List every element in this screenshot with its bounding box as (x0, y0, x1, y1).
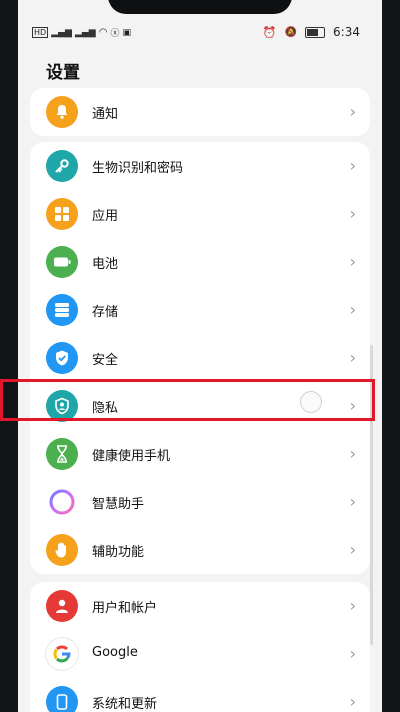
settings-item-biometrics[interactable]: 生物识别和密码 › (30, 142, 370, 190)
bell-icon (46, 96, 78, 128)
settings-item-system-update[interactable]: 系统和更新 › (30, 678, 370, 712)
settings-item-battery[interactable]: 电池 › (30, 238, 370, 286)
status-bar: HD ▂▄▆ ▂▄▆ ◠ ⓧ ▣ ⏰ 🔕 6:34 (18, 22, 382, 46)
settings-item-assistant[interactable]: 智慧助手 › (30, 478, 370, 526)
settings-group-3: 用户和帐户 › Google › 系统和更新 › (30, 582, 370, 712)
touch-ripple (300, 391, 322, 413)
settings-item-label: 通知 (92, 107, 119, 122)
settings-screen: HD ▂▄▆ ▂▄▆ ◠ ⓧ ▣ ⏰ 🔕 6:34 设置 通知 › 生物识别和密… (18, 0, 382, 712)
settings-item-users-accounts[interactable]: 用户和帐户 › (30, 582, 370, 630)
settings-item-label: 隐私 (92, 401, 119, 416)
hand-icon (46, 534, 78, 566)
signal-2-icon: ▂▄▆ (74, 27, 96, 38)
phone-update-icon (46, 686, 78, 712)
device-bezel-right (381, 0, 400, 712)
settings-item-digital-balance[interactable]: 健康使用手机 › (30, 430, 370, 478)
settings-item-apps[interactable]: 应用 › (30, 190, 370, 238)
settings-item-label: 用户和帐户 (92, 601, 158, 616)
message-icon: ⓧ (110, 29, 120, 39)
settings-item-label: Google (92, 645, 138, 660)
settings-item-label: 应用 (92, 209, 119, 224)
settings-item-label: 电池 (92, 257, 119, 272)
status-right-icons: ⏰ 🔕 6:34 (263, 25, 360, 39)
scrollbar[interactable] (370, 345, 373, 645)
status-time: 6:34 (333, 25, 360, 39)
alarm-icon: ⏰ (262, 25, 277, 39)
chevron-right-icon: › (349, 102, 356, 121)
settings-item-label: 系统和更新 (92, 697, 158, 712)
settings-item-notifications[interactable]: 通知 › (30, 88, 370, 136)
chevron-right-icon: › (349, 300, 356, 319)
storage-icon (46, 294, 78, 326)
settings-item-accessibility[interactable]: 辅助功能 › (30, 526, 370, 574)
key-icon (46, 150, 78, 182)
chevron-right-icon: › (349, 444, 356, 463)
grid-icon (46, 198, 78, 230)
settings-item-label: 生物识别和密码 (92, 161, 184, 176)
settings-item-label: 健康使用手机 (92, 449, 171, 464)
settings-item-security[interactable]: 安全 › (30, 334, 370, 382)
chevron-right-icon: › (349, 692, 356, 711)
user-icon (46, 590, 78, 622)
chevron-right-icon: › (349, 204, 356, 223)
chevron-right-icon: › (349, 396, 356, 415)
battery-icon (46, 246, 78, 278)
shield-check-icon (46, 342, 78, 374)
chevron-right-icon: › (349, 348, 356, 367)
mute-icon: 🔕 (284, 26, 298, 38)
battery-icon (305, 26, 326, 38)
google-icon (46, 638, 78, 670)
settings-item-label: 存储 (92, 305, 119, 320)
hd-icon: HD (32, 27, 49, 38)
settings-group-2: 生物识别和密码 › 应用 › 电池 › 存储 › 安全 › 隐私 › 健康使用手… (30, 142, 370, 574)
settings-item-storage[interactable]: 存储 › (30, 286, 370, 334)
privacy-icon (46, 390, 78, 422)
settings-item-label: 安全 (92, 353, 119, 368)
signal-1-icon: ▂▄▆ (51, 27, 72, 38)
video-icon: ▣ (122, 27, 131, 38)
chevron-right-icon: › (349, 252, 356, 271)
chevron-right-icon: › (349, 540, 356, 559)
chevron-right-icon: › (349, 596, 356, 615)
settings-item-google[interactable]: Google › (30, 630, 370, 678)
chevron-right-icon: › (349, 492, 356, 511)
chevron-right-icon: › (349, 156, 356, 175)
status-left-icons: HD ▂▄▆ ▂▄▆ ◠ ⓧ ▣ (32, 26, 131, 39)
chevron-right-icon: › (349, 644, 356, 663)
assistant-orb-icon (46, 486, 78, 518)
wifi-icon: ◠ (98, 27, 108, 38)
settings-item-label: 智慧助手 (92, 497, 145, 512)
device-bezel-left (0, 0, 19, 712)
settings-item-label: 辅助功能 (92, 545, 145, 560)
camera-notch (108, 0, 292, 14)
settings-group-1: 通知 › (30, 88, 370, 136)
hourglass-icon (46, 438, 78, 470)
page-title: 设置 (46, 63, 80, 83)
